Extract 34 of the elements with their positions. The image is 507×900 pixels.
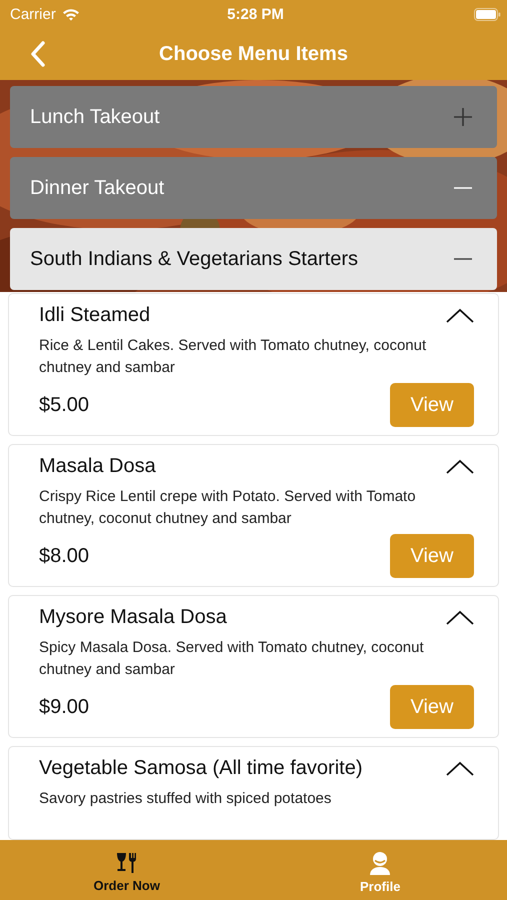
section-header[interactable]: South Indians & Vegetarians Starters — [10, 228, 497, 290]
view-button[interactable]: View — [390, 534, 474, 578]
item-price: $8.00 — [39, 544, 90, 568]
screen-title: Choose Menu Items — [158, 42, 349, 66]
item-price: $5.00 — [39, 394, 90, 416]
status-time: 5:28 PM — [227, 6, 284, 22]
item-description: Savory pastries stuffed with spiced potatoes — [39, 789, 332, 809]
item-description: Crispy Rice Lentil crepe with Potato. Served with Tomato chutney, coconut chutney and sambar — [39, 487, 417, 529]
chevron-up-icon[interactable] — [446, 458, 474, 474]
view-button[interactable]: View — [390, 685, 474, 729]
chevron-up-icon[interactable] — [446, 760, 474, 776]
chevron-up-icon[interactable] — [446, 610, 474, 626]
plus-icon — [453, 107, 473, 127]
chevron-up-icon[interactable] — [446, 308, 474, 324]
minus-icon — [453, 258, 473, 260]
glass-fork-icon — [114, 852, 139, 874]
item-description: Spicy Masala Dosa. Served with Tomato chutney, coconut chutney and sambar — [39, 638, 425, 680]
battery-icon — [474, 8, 502, 20]
person-icon — [369, 850, 392, 874]
item-name: Idli Steamed — [39, 304, 150, 327]
tab-item[interactable]: Order Now — [0, 840, 254, 900]
item-name: Mysore Masala Dosa — [39, 606, 227, 629]
item-price: $9.00 — [39, 696, 90, 718]
minus-icon — [453, 187, 473, 189]
section-header[interactable]: Lunch Takeout — [10, 86, 497, 148]
tab-item[interactable]: Profile — [254, 840, 507, 900]
view-button[interactable]: View — [390, 383, 474, 427]
item-name: Masala Dosa — [39, 455, 156, 478]
item-description: Rice & Lentil Cakes. Served with Tomato chutney, coconut chutney and sambar — [39, 336, 428, 378]
wifi-icon — [62, 8, 80, 20]
section-header[interactable]: Dinner Takeout — [10, 157, 497, 219]
item-name: Vegetable Samosa (All time favorite) — [39, 757, 362, 780]
carrier-label: Carrier — [10, 6, 56, 22]
back-icon[interactable] — [30, 41, 46, 67]
